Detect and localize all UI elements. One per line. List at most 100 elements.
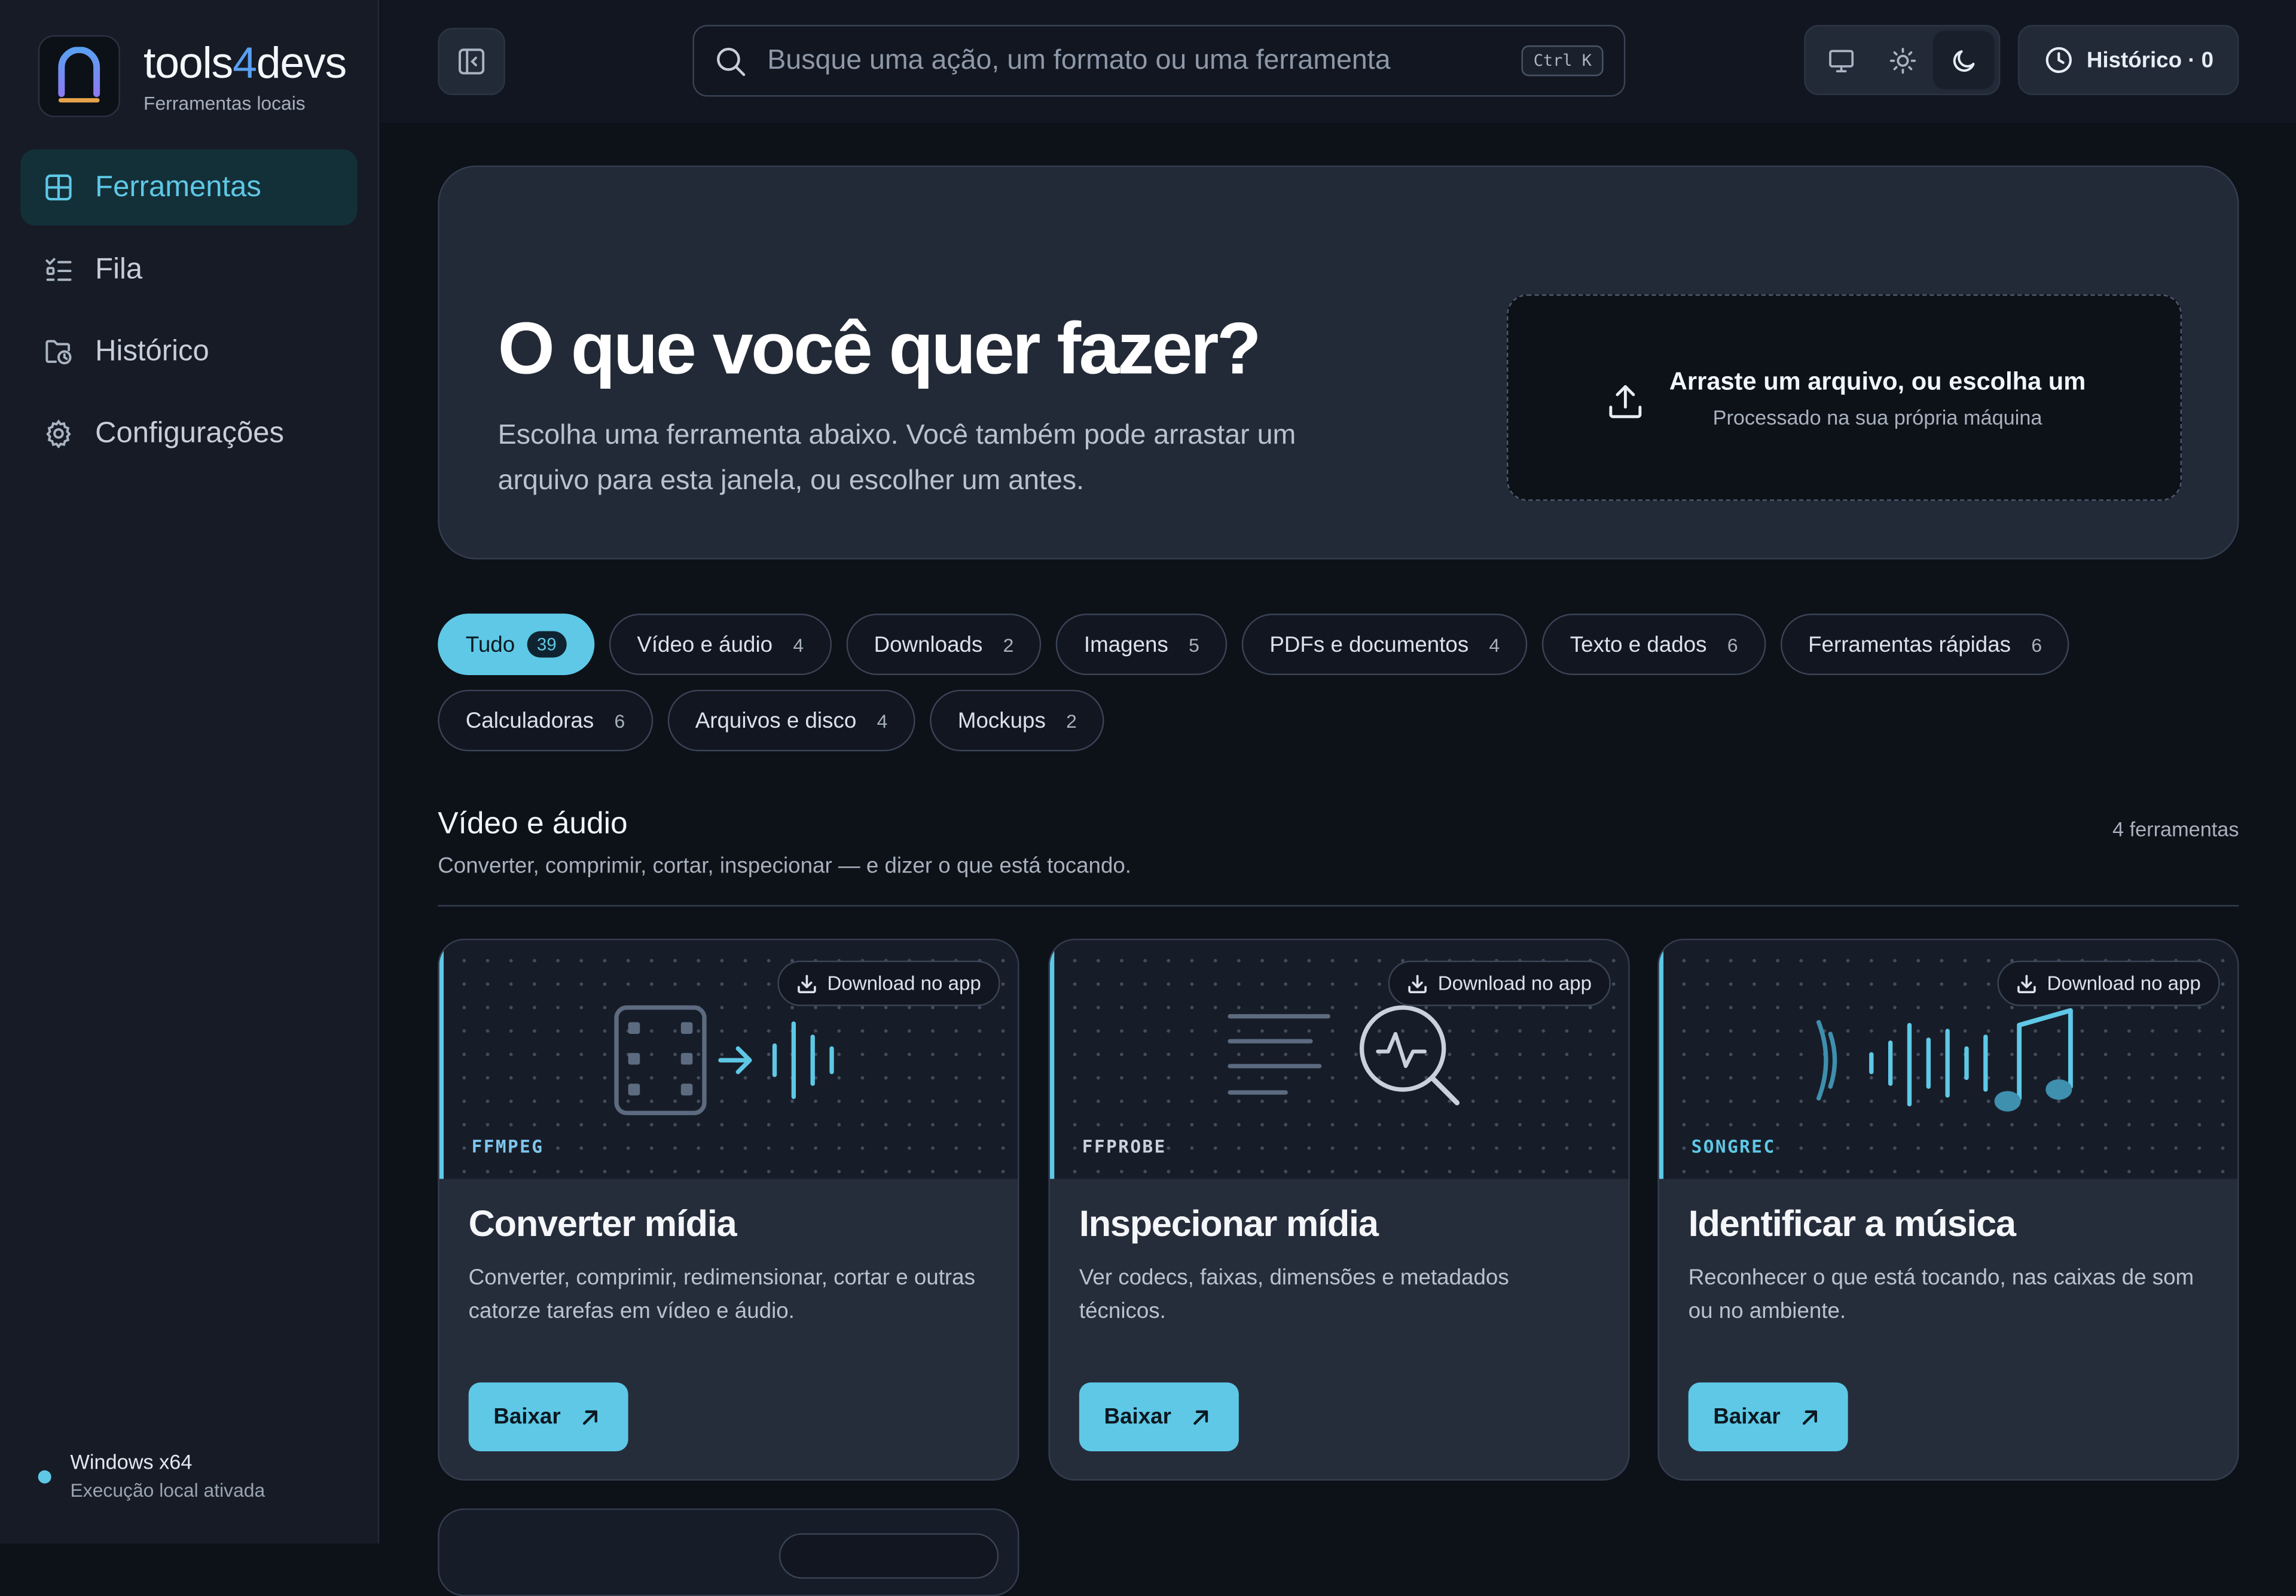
filter-chip-ferramentas-rapidas[interactable]: Ferramentas rápidas 6 <box>1780 614 2070 675</box>
card-description: Converter, comprimir, redimensionar, cor… <box>468 1265 975 1324</box>
filter-chip-label: Tudo <box>465 631 515 657</box>
card-illustration: Download no app FFPROBE <box>1049 940 1629 1179</box>
history-button[interactable]: Histórico · 0 <box>2017 25 2239 96</box>
upload-icon <box>1609 384 1642 417</box>
sidebar-item-label: Fila <box>95 252 143 285</box>
download-button[interactable]: Baixar <box>1688 1382 1848 1451</box>
sidebar-item-fila[interactable]: Fila <box>20 231 357 307</box>
sun-icon <box>1889 47 1915 74</box>
clock-icon <box>2045 47 2072 74</box>
moon-icon <box>1952 49 1974 71</box>
system-mode: Execução local ativada <box>70 1479 265 1502</box>
filter-chip-label: Imagens <box>1083 631 1168 657</box>
monitor-icon <box>1828 49 1853 72</box>
arrow-up-right-icon <box>1193 1409 1208 1424</box>
card-illustration: Download no app FFMPEG <box>439 940 1018 1179</box>
sidebar-collapse-icon <box>459 48 485 75</box>
download-in-app-label: Download no app <box>827 972 981 994</box>
filter-chip-texto-dados[interactable]: Texto e dados 6 <box>1542 614 1766 675</box>
filter-chip-calculadoras[interactable]: Calculadoras 6 <box>438 689 653 752</box>
gear-icon <box>46 419 71 448</box>
tool-card-converter-midia[interactable]: Download no app FFMPEG Converter mídia C… <box>438 938 1019 1481</box>
download-in-app-badge[interactable]: Download no app <box>1388 960 1611 1006</box>
filter-chip-label: PDFs e documentos <box>1269 631 1469 657</box>
app-name: tools4devs <box>144 38 347 87</box>
filter-chip-video-audio[interactable]: Vídeo e áudio 4 <box>609 614 832 675</box>
filter-chip-label: Vídeo e áudio <box>637 631 773 657</box>
file-drop-zone[interactable]: Arraste um arquivo, ou escolha um Proces… <box>1507 294 2182 501</box>
tool-card-partial[interactable] <box>438 1508 1019 1596</box>
theme-light-button[interactable] <box>1871 30 1933 89</box>
section-tool-count: 4 ferramentas <box>2112 817 2239 841</box>
filter-chip-count: 6 <box>1727 633 1738 655</box>
section-title: Vídeo e áudio <box>438 807 628 841</box>
download-in-app-badge[interactable]: Download no app <box>1997 960 2220 1006</box>
filter-chip-count: 2 <box>1003 633 1014 655</box>
sidebar-nav: Ferramentas Fila Histórico Configurações <box>20 149 358 478</box>
download-button[interactable]: Baixar <box>468 1382 628 1451</box>
grid-icon <box>45 174 72 201</box>
card-title: Converter mídia <box>468 1204 737 1245</box>
arrow-up-right-icon <box>582 1409 597 1424</box>
filter-chip-arquivos-disco[interactable]: Arquivos e disco 4 <box>667 689 915 752</box>
engine-label: FFPROBE <box>1082 1136 1167 1157</box>
search-icon <box>717 47 746 75</box>
hero-subtitle: Escolha uma ferramenta abaixo. Você tamb… <box>497 420 1296 497</box>
sidebar-item-label: Ferramentas <box>95 170 261 203</box>
filter-chip-count: 4 <box>877 709 888 732</box>
filter-chip-label: Calculadoras <box>465 708 594 733</box>
list-checks-icon <box>45 258 72 281</box>
filter-chip-tudo[interactable]: Tudo 39 <box>438 614 595 675</box>
search-input[interactable] <box>764 43 1522 79</box>
download-button-label: Baixar <box>493 1404 561 1430</box>
filter-chip-downloads[interactable]: Downloads 2 <box>846 614 1042 675</box>
filter-chip-count: 4 <box>1489 633 1500 655</box>
search-shortcut: Ctrl K <box>1522 45 1604 77</box>
download-icon <box>1408 974 1427 993</box>
toggle-sidebar-button[interactable] <box>438 28 505 96</box>
download-icon <box>2017 974 2036 993</box>
card-title: Inspecionar mídia <box>1079 1204 1379 1245</box>
card-description: Ver codecs, faixas, dimensões e metadado… <box>1079 1265 1509 1324</box>
hero-panel: O que você quer fazer? Escolha uma ferra… <box>438 165 2239 560</box>
system-platform: Windows x64 <box>70 1449 193 1473</box>
tool-card-inspecionar-midia[interactable]: Download no app FFPROBE Inspecionar mídi… <box>1048 938 1630 1481</box>
download-button-label: Baixar <box>1104 1404 1171 1430</box>
download-in-app-label: Download no app <box>1437 972 1592 994</box>
search-bar[interactable]: Ctrl K <box>692 25 1626 97</box>
theme-system-button[interactable] <box>1810 30 1871 89</box>
filter-chip-imagens[interactable]: Imagens 5 <box>1056 614 1228 675</box>
drop-zone-title: Arraste um arquivo, ou escolha um <box>1669 367 2086 395</box>
theme-dark-button[interactable] <box>1932 30 1995 90</box>
arrow-up-right-icon <box>1802 1409 1817 1424</box>
sidebar-item-label: Histórico <box>95 334 209 367</box>
filter-chip-label: Downloads <box>874 631 983 657</box>
tool-card-identificar-musica[interactable]: Download no app SONGREC Identificar a mú… <box>1657 938 2239 1481</box>
filter-chip-mockups[interactable]: Mockups 2 <box>930 689 1105 752</box>
filter-chip-count: 4 <box>793 633 804 655</box>
drop-zone-subtitle: Processado na sua própria máquina <box>1712 405 2042 429</box>
status-dot <box>38 1470 51 1484</box>
filter-chip-label: Texto e dados <box>1570 631 1707 657</box>
page-title: O que você quer fazer? <box>497 307 1262 390</box>
download-in-app-badge[interactable] <box>778 1533 999 1579</box>
filter-chip-pdfs[interactable]: PDFs e documentos 4 <box>1241 614 1528 675</box>
filter-chip-count: 6 <box>2031 633 2042 655</box>
category-filters: Tudo 39 Vídeo e áudio 4 Downloads 2 Imagens… <box>438 614 2195 752</box>
app-subtitle: Ferramentas locais <box>144 91 306 114</box>
system-status: Windows x64 Execução local ativada <box>38 1447 265 1506</box>
download-button[interactable]: Baixar <box>1079 1382 1239 1451</box>
filter-chip-label: Mockups <box>957 708 1046 733</box>
brand[interactable]: tools4devs Ferramentas locais <box>38 35 347 117</box>
app-logo <box>38 35 120 117</box>
card-description: Reconhecer o que está tocando, nas caixa… <box>1688 1265 2194 1324</box>
sidebar-item-ferramentas[interactable]: Ferramentas <box>20 149 358 226</box>
section-subtitle: Converter, comprimir, cortar, inspeciona… <box>438 853 1132 879</box>
engine-label: FFMPEG <box>471 1136 544 1157</box>
download-button-label: Baixar <box>1713 1404 1781 1430</box>
sidebar-item-historico[interactable]: Histórico <box>20 313 357 389</box>
sidebar-item-configuracoes[interactable]: Configurações <box>20 395 357 471</box>
sidebar-item-label: Configurações <box>95 416 285 449</box>
download-in-app-label: Download no app <box>2047 972 2201 994</box>
download-in-app-badge[interactable]: Download no app <box>777 960 1000 1006</box>
